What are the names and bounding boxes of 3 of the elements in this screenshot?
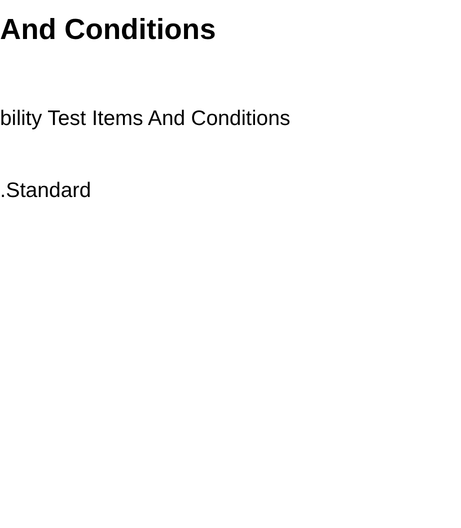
body-text: bility Test Items And Conditions [0,106,290,132]
section-heading: And Conditions [0,13,216,48]
body-text: .Standard [0,178,92,204]
